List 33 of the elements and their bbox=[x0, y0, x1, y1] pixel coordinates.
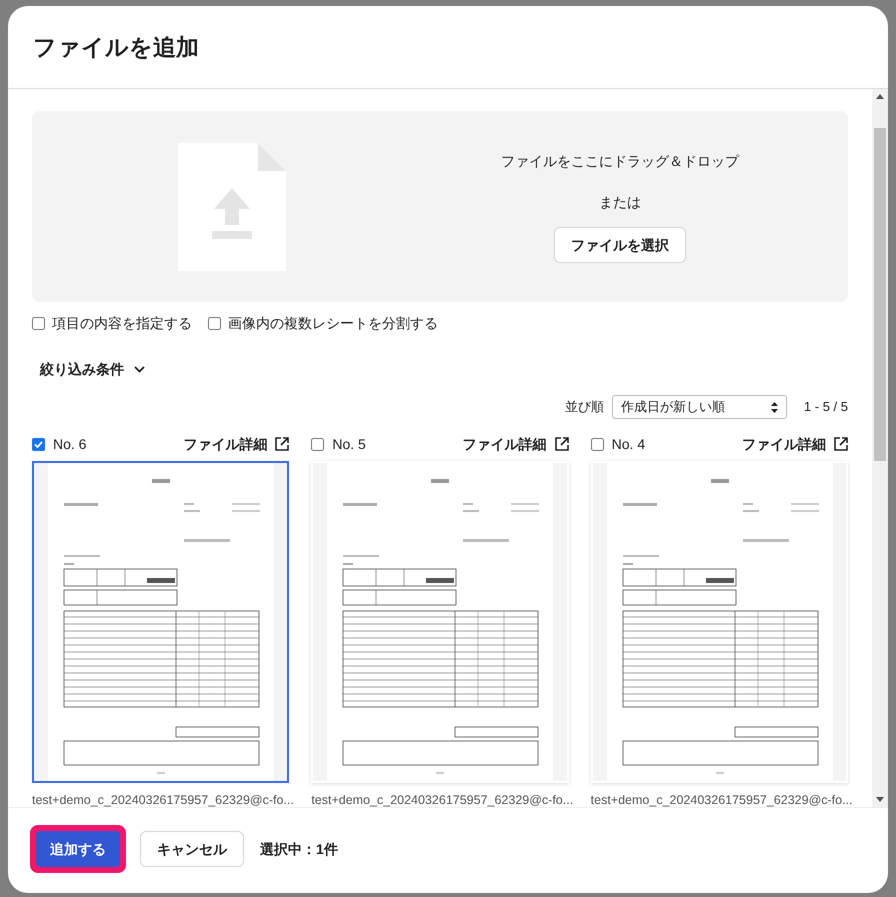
checkbox[interactable] bbox=[208, 316, 221, 330]
file-detail-link[interactable]: ファイル詳細 bbox=[742, 434, 826, 454]
external-link-icon bbox=[275, 437, 290, 451]
dialog-title: ファイルを追加 bbox=[33, 32, 199, 62]
file-number: No. 4 bbox=[612, 434, 646, 454]
file-upload-icon bbox=[178, 142, 286, 270]
sort-label: 並び順 bbox=[564, 398, 604, 416]
checkbox[interactable] bbox=[32, 316, 45, 330]
filter-toggle[interactable]: 絞り込み条件 bbox=[40, 357, 145, 381]
option-label: 画像内の複数レシートを分割する bbox=[228, 314, 438, 332]
checkbox[interactable] bbox=[32, 438, 45, 450]
select-file-button[interactable]: ファイルを選択 bbox=[554, 227, 686, 263]
checkbox[interactable] bbox=[311, 438, 324, 450]
file-number: No. 5 bbox=[332, 434, 366, 454]
cancel-button[interactable]: キャンセル bbox=[140, 831, 244, 867]
file-detail-link[interactable]: ファイル詳細 bbox=[462, 434, 547, 454]
scroll-down-icon[interactable] bbox=[876, 797, 884, 802]
external-link-icon bbox=[554, 437, 569, 451]
file-number: No. 6 bbox=[53, 434, 86, 454]
add-button[interactable]: 追加する bbox=[30, 825, 126, 873]
drop-instructions: ファイルをここにドラッグ＆ドロップ bbox=[501, 152, 739, 171]
drop-zone[interactable]: ファイルをここにドラッグ＆ドロップ または ファイルを選択 bbox=[32, 111, 848, 302]
option-label: 項目の内容を指定する bbox=[52, 314, 192, 332]
result-count: 1 - 5 / 5 bbox=[804, 398, 848, 416]
sort-arrows-icon bbox=[770, 402, 778, 412]
scroll-up-icon[interactable] bbox=[876, 94, 884, 99]
scrollbar[interactable] bbox=[872, 89, 888, 807]
checkbox[interactable] bbox=[590, 438, 604, 450]
or-label: または bbox=[599, 193, 641, 212]
sort-dropdown[interactable]: 作成日が新しい順 bbox=[612, 395, 787, 419]
file-detail-link[interactable]: ファイル詳細 bbox=[183, 434, 268, 454]
external-link-icon bbox=[834, 437, 848, 451]
selection-count: 選択中：1件 bbox=[260, 840, 338, 858]
